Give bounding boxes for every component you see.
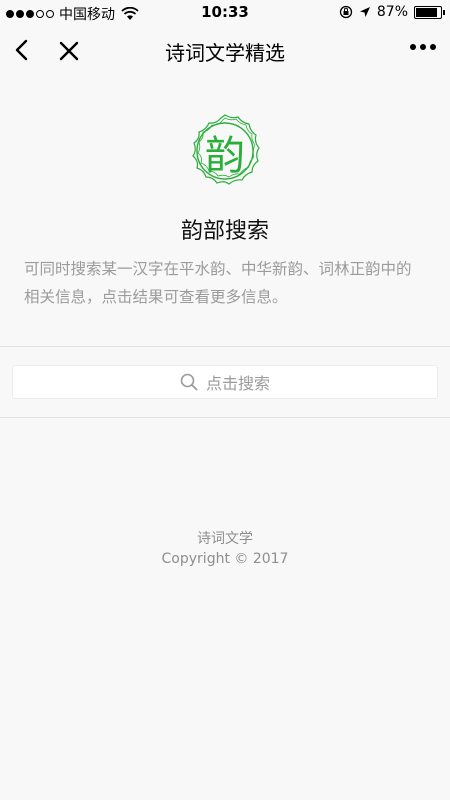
logo-character: 韵: [205, 133, 245, 179]
more-options-icon[interactable]: [410, 44, 436, 50]
status-bar: 中国移动 10:33 87%: [0, 0, 450, 26]
page-title: 韵部搜索: [180, 219, 269, 244]
nav-bar: 诗词文学精选: [0, 26, 450, 74]
footer-copyright: Copyright © 2017: [161, 551, 289, 567]
nav-title: 诗词文学精选: [165, 41, 285, 65]
footer-app-name: 诗词文学: [197, 531, 253, 547]
search-placeholder: 点击搜索: [205, 374, 270, 393]
location-arrow-icon: [359, 7, 370, 17]
status-right: 87%: [339, 4, 445, 20]
app-logo: 韵: [186, 113, 264, 191]
page-description: 可同时搜索某一汉字在平水韵、中华新韵、词林正韵中的相关信息，点击结果可查看更多信…: [24, 260, 412, 306]
battery-level: [416, 7, 437, 17]
battery-icon: [414, 5, 445, 19]
battery-percent: 87%: [376, 4, 408, 20]
search-input[interactable]: 点击搜索: [12, 365, 438, 399]
divider-bottom: [0, 417, 450, 418]
orientation-lock-icon: [339, 5, 353, 19]
divider-top: [0, 346, 450, 347]
search-icon: [180, 373, 198, 391]
